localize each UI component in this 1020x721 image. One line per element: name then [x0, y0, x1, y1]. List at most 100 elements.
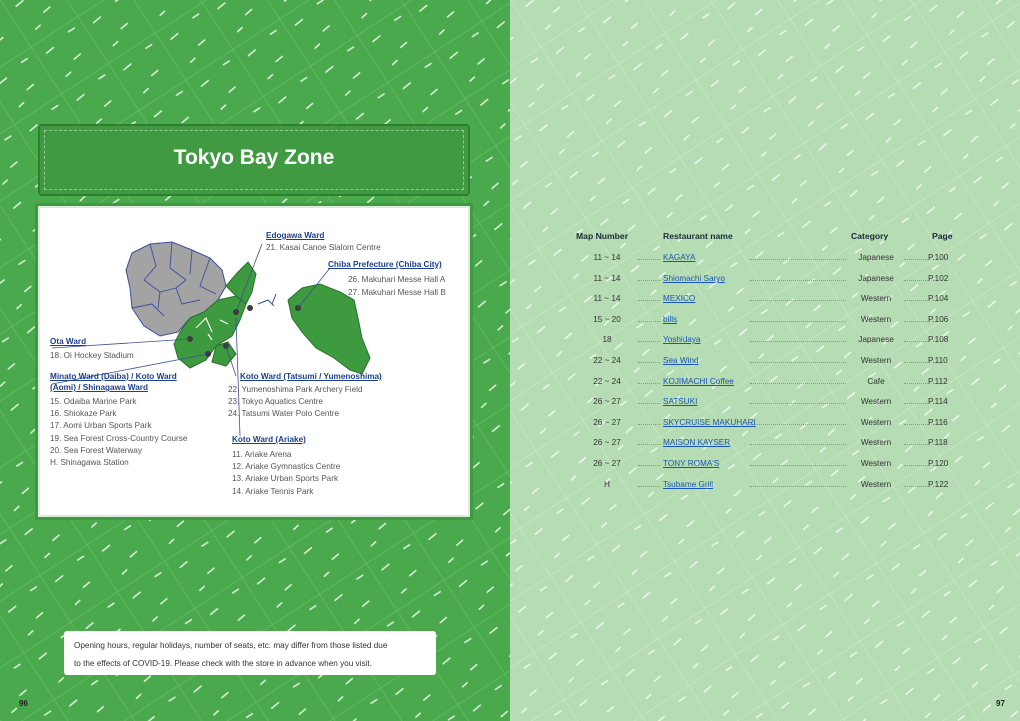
- dotted-leader-segment: [904, 300, 928, 301]
- row-map-number: 26 ~ 27: [593, 418, 621, 427]
- row-category: Western: [860, 418, 892, 427]
- restaurant-link[interactable]: KAGAYA: [663, 253, 695, 262]
- dotted-leader-segment: [750, 444, 846, 445]
- dotted-leader-segment: [904, 383, 928, 384]
- dotted-leader-segment: [750, 280, 846, 281]
- restaurant-link[interactable]: Shiomachi Saryo: [663, 274, 725, 283]
- row-page: P.114: [928, 397, 948, 406]
- covid-notice: Opening hours, regular holidays, number …: [64, 631, 436, 675]
- restaurant-link[interactable]: KOJIMACHI Coffee: [663, 377, 734, 386]
- row-map-number: 22 ~ 24: [593, 356, 621, 365]
- row-category: Cafe: [867, 377, 885, 386]
- header-page: Page: [932, 231, 953, 241]
- row-page: P.110: [928, 356, 948, 365]
- restaurant-link[interactable]: SKYCRUISE MAKUHARI: [663, 418, 756, 427]
- row-category: Western: [860, 356, 892, 365]
- restaurant-link[interactable]: SATSUKI: [663, 397, 697, 406]
- dotted-leader-segment: [638, 300, 660, 301]
- row-page: P.104: [928, 294, 949, 303]
- chiba-city-shape: [287, 283, 371, 375]
- dotted-leader-segment: [750, 486, 846, 487]
- map-venue-label: 17. Aomi Urban Sports Park: [50, 421, 152, 430]
- dotted-leader-segment: [904, 465, 928, 466]
- restaurant-link[interactable]: MEXICO: [663, 294, 695, 303]
- row-page: P.118: [928, 438, 948, 447]
- map-venue-label: 15. Odaiba Marine Park: [50, 397, 137, 406]
- dotted-leader-segment: [904, 444, 928, 445]
- restaurant-link[interactable]: Sea Wind: [663, 356, 699, 365]
- map-venue-label: 14. Ariake Tennis Park: [232, 487, 314, 496]
- dotted-leader-segment: [750, 403, 846, 404]
- map-venue-label: 24. Tatsumi Water Polo Centre: [228, 409, 340, 418]
- dotted-leader-segment: [750, 362, 846, 363]
- restaurant-link[interactable]: MAISON KAYSER: [663, 438, 730, 447]
- page-number-right: 97: [996, 699, 1005, 708]
- dotted-leader-segment: [750, 321, 846, 322]
- row-map-number: 22 ~ 24: [593, 377, 621, 386]
- header-category: Category: [851, 231, 889, 241]
- map-venue-label: H. Shinagawa Station: [50, 458, 129, 467]
- map-venue-label: 26. Makuhari Messe Hall A: [348, 275, 446, 284]
- row-category: Japanese: [858, 274, 894, 283]
- header-map-number: Map Number: [576, 231, 629, 241]
- map-venue-label: 13. Ariake Urban Sports Park: [232, 474, 339, 483]
- dotted-leader-segment: [638, 321, 660, 322]
- dotted-leader-segment: [750, 383, 846, 384]
- row-page: P.120: [928, 459, 949, 468]
- dotted-leader-segment: [750, 465, 846, 466]
- row-category: Western: [860, 459, 892, 468]
- map-venue-label: 21. Kasai Canoe Slalom Centre: [266, 243, 381, 252]
- dotted-leader-segment: [638, 403, 660, 404]
- row-page: P.112: [928, 377, 948, 386]
- row-map-number: 26 ~ 27: [593, 459, 621, 468]
- dotted-leader-segment: [638, 341, 660, 342]
- row-category: Western: [860, 480, 892, 489]
- map-group-heading: Koto Ward (Ariake): [232, 435, 306, 444]
- page-title: Tokyo Bay Zone: [173, 146, 335, 169]
- dotted-leader-segment: [904, 424, 928, 425]
- dotted-leader-segment: [750, 259, 846, 260]
- row-page: P.106: [928, 315, 949, 324]
- row-category: Western: [860, 438, 892, 447]
- row-category: Western: [860, 397, 892, 406]
- row-map-number: 11 ~ 14: [593, 274, 621, 283]
- dotted-leader-segment: [904, 321, 928, 322]
- map-group-heading: Koto Ward (Tatsumi / Yumenoshima): [240, 372, 382, 381]
- dotted-leader-segment: [904, 259, 928, 260]
- row-page: P.102: [928, 274, 949, 283]
- map-venue-label: 23. Tokyo Aquatics Centre: [228, 397, 323, 406]
- title-band: Tokyo Bay Zone: [38, 124, 470, 196]
- dotted-leader-segment: [904, 362, 928, 363]
- restaurant-link[interactable]: bills: [663, 315, 677, 324]
- row-map-number: 18: [602, 335, 612, 344]
- header-restaurant-name: Restaurant name: [663, 231, 733, 241]
- map-venue-label: 20. Sea Forest Waterway: [50, 446, 143, 455]
- dotted-leader-segment: [638, 259, 660, 260]
- map-group-heading: Ota Ward: [50, 337, 87, 346]
- row-category: Western: [860, 315, 892, 324]
- dotted-leader-segment: [638, 280, 660, 281]
- row-page: P.108: [928, 335, 949, 344]
- notice-line: Opening hours, regular holidays, number …: [74, 641, 388, 650]
- dotted-leader-segment: [750, 300, 846, 301]
- map-venue-label: 22. Yumenoshima Park Archery Field: [228, 385, 363, 394]
- restaurant-link[interactable]: Yoshidaya: [663, 335, 700, 344]
- row-map-number: H: [604, 480, 610, 489]
- restaurant-link[interactable]: TONY ROMA'S: [663, 459, 719, 468]
- dotted-leader-segment: [904, 341, 928, 342]
- notice-line: to the effects of COVID-19. Please check…: [74, 659, 372, 668]
- map-group-heading: Minato Ward (Daiba) / Koto Ward: [50, 372, 177, 381]
- row-category: Western: [860, 294, 892, 303]
- row-page: P.122: [928, 480, 949, 489]
- row-map-number: 15 ~ 20: [593, 315, 621, 324]
- left-page: Tokyo Bay Zone Edogawa Ward 21. Kasai Ca…: [0, 0, 510, 721]
- dotted-leader-segment: [750, 424, 846, 425]
- dotted-leader-segment: [638, 444, 660, 445]
- row-category: Japanese: [858, 253, 894, 262]
- restaurant-link[interactable]: Tsubame Grill: [663, 480, 713, 489]
- page-number-left: 96: [19, 699, 28, 708]
- map-venue-label: 12. Ariake Gymnastics Centre: [232, 462, 341, 471]
- row-category: Japanese: [858, 335, 894, 344]
- dotted-leader-segment: [750, 341, 846, 342]
- map-group-heading: Chiba Prefecture (Chiba City): [328, 260, 442, 269]
